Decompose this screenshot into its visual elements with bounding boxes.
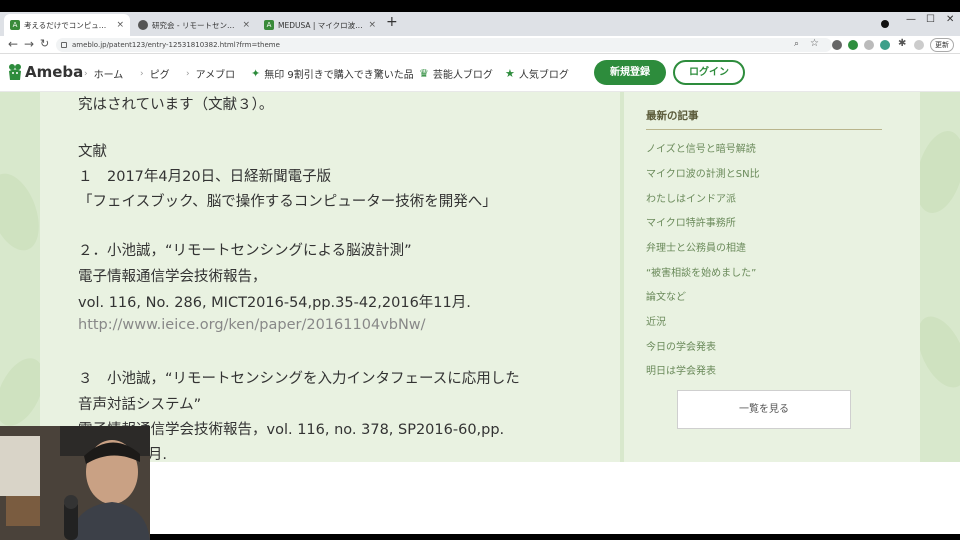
close-icon[interactable]: × bbox=[368, 20, 376, 30]
chevron-right-icon: › bbox=[84, 68, 88, 79]
logo-text: Ameba bbox=[25, 63, 84, 81]
nav-popular-blog[interactable]: ★ 人気ブログ bbox=[505, 66, 569, 81]
bookmark-star-icon[interactable]: ☆ bbox=[810, 38, 819, 49]
minimize-icon[interactable]: — bbox=[906, 14, 916, 25]
address-bar: ← → ↻ ameblo.jp/patent123/entry-12531810… bbox=[0, 36, 960, 54]
screen: A 考えるだけでコンピューターに文字入力 × 研究会 - リモートセンシングによ… bbox=[0, 0, 960, 540]
webcam-overlay bbox=[0, 426, 150, 540]
globe-icon bbox=[138, 20, 148, 30]
tab-title: 研究会 - リモートセンシングによる脳波 bbox=[152, 20, 238, 30]
recent-article-link[interactable]: 弁理士と公務員の相違 bbox=[646, 239, 746, 254]
tab-strip: A 考えるだけでコンピューターに文字入力 × 研究会 - リモートセンシングによ… bbox=[0, 12, 960, 36]
new-tab-button[interactable]: + bbox=[386, 14, 398, 30]
article-line: vol. 116, No. 286, MICT2016-54,pp.35-42,… bbox=[78, 295, 471, 311]
forward-icon[interactable]: → bbox=[24, 37, 34, 51]
nav-label: ホーム bbox=[93, 70, 124, 81]
article-line: 電子情報通信学会技術報告， bbox=[78, 269, 267, 285]
register-button[interactable]: 新規登録 bbox=[594, 60, 666, 85]
article-line: １ 2017年4月20日、日経新聞電子版 bbox=[78, 169, 332, 185]
recent-article-link[interactable]: 近況 bbox=[646, 313, 666, 328]
ameba-favicon-icon: A bbox=[264, 20, 274, 30]
ieice-paper-link[interactable]: http://www.ieice.org/ken/paper/20161104v… bbox=[78, 317, 426, 333]
close-icon[interactable]: × bbox=[116, 20, 124, 30]
nav-label: 芸能人ブログ bbox=[432, 70, 493, 81]
nav-label: ピグ bbox=[149, 70, 170, 81]
article-line: 「フェイスブック、脳で操作するコンピューター技術を開発へ」 bbox=[78, 194, 497, 210]
recent-article-link[interactable]: 明日は学会発表 bbox=[646, 362, 716, 377]
login-button[interactable]: ログイン bbox=[673, 60, 745, 85]
nav-celebrity-blog[interactable]: ♛ 芸能人ブログ bbox=[419, 66, 493, 81]
article-line: ２．小池誠，“リモートセンシングによる脳波計測” bbox=[78, 243, 412, 259]
nav-label: アメブロ bbox=[195, 70, 236, 81]
recent-article-link[interactable]: 今日の学会発表 bbox=[646, 338, 716, 353]
sidebar-heading: 最新の記事 bbox=[646, 110, 699, 122]
sidebar: 最新の記事 ノイズと信号と暗号解読 マイクロ波の計測とSN比 わたしはインドア派… bbox=[624, 92, 920, 462]
maximize-icon[interactable]: ☐ bbox=[926, 14, 935, 25]
tab-title: 考えるだけでコンピューターに文字入力 bbox=[24, 20, 112, 30]
sparkle-icon: ✦ bbox=[251, 67, 261, 80]
see-all-button[interactable]: 一覧を見る bbox=[677, 390, 851, 429]
tab-title: MEDUSA | マイクロ波聴覚効果方 bbox=[278, 20, 364, 30]
article-line: 文献 bbox=[78, 144, 107, 160]
extension-icon[interactable] bbox=[864, 40, 874, 50]
ameba-logo[interactable]: Ameba bbox=[8, 63, 83, 81]
site-header: Ameba › ホーム › ピグ › アメブロ ✦ 無印 9割引きで購入でき驚い… bbox=[0, 54, 960, 92]
recording-icon bbox=[881, 20, 889, 28]
extension-icon[interactable] bbox=[880, 40, 890, 50]
tab-2[interactable]: A MEDUSA | マイクロ波聴覚効果方 × bbox=[258, 14, 382, 36]
url-text: ameblo.jp/patent123/entry-12531810382.ht… bbox=[72, 41, 280, 49]
close-icon[interactable]: × bbox=[242, 20, 250, 30]
crown-icon: ♛ bbox=[419, 67, 429, 80]
reload-icon[interactable]: ↻ bbox=[40, 37, 49, 50]
nav-promo[interactable]: ✦ 無印 9割引きで購入でき驚いた品 bbox=[251, 66, 414, 81]
update-button[interactable]: 更新 bbox=[930, 38, 954, 52]
close-window-icon[interactable]: ✕ bbox=[946, 14, 954, 25]
tab-0[interactable]: A 考えるだけでコンピューターに文字入力 × bbox=[4, 14, 130, 36]
nav-home[interactable]: › ホーム bbox=[84, 66, 124, 82]
url-input[interactable]: ameblo.jp/patent123/entry-12531810382.ht… bbox=[56, 38, 832, 52]
recent-article-link[interactable]: ノイズと信号と暗号解読 bbox=[646, 140, 756, 155]
recent-article-link[interactable]: マイクロ波の計測とSN比 bbox=[646, 165, 760, 180]
puzzle-icon[interactable]: ✱ bbox=[898, 38, 906, 49]
profile-avatar-icon[interactable] bbox=[914, 40, 924, 50]
nav-ameblo[interactable]: › アメブロ bbox=[186, 66, 236, 82]
star-icon: ★ bbox=[505, 67, 515, 80]
page-footer-blank bbox=[150, 462, 960, 534]
nav-label: 人気ブログ bbox=[518, 70, 569, 81]
article-line: 究はされています（文献３）。 bbox=[78, 97, 274, 113]
webcam-person-image bbox=[0, 426, 150, 540]
recent-article-link[interactable]: わたしはインドア派 bbox=[646, 190, 736, 205]
ameba-mascot-icon bbox=[9, 64, 21, 80]
article-line: 音声対話システム” bbox=[78, 397, 202, 413]
recent-article-link[interactable]: マイクロ特許事務所 bbox=[646, 214, 736, 229]
page-background: 究はされています（文献３）。 文献 １ 2017年4月20日、日経新聞電子版 「… bbox=[0, 92, 960, 462]
lock-icon bbox=[61, 42, 67, 48]
recent-article-link[interactable]: 論文など bbox=[646, 288, 686, 303]
tab-1[interactable]: 研究会 - リモートセンシングによる脳波 × bbox=[132, 14, 256, 36]
nav-pigg[interactable]: › ピグ bbox=[140, 66, 170, 82]
extension-icon[interactable] bbox=[832, 40, 842, 50]
ameba-favicon-icon: A bbox=[10, 20, 20, 30]
article-body: 究はされています（文献３）。 文献 １ 2017年4月20日、日経新聞電子版 「… bbox=[40, 92, 620, 462]
chevron-right-icon: › bbox=[186, 68, 190, 79]
sidebar-divider bbox=[646, 129, 882, 130]
article-line: ３ 小池誠，“リモートセンシングを入力インタフェースに応用した bbox=[78, 371, 520, 387]
nav-label: 無印 9割引きで購入でき驚いた品 bbox=[264, 70, 414, 81]
recent-article-link[interactable]: “被害相談を始めました” bbox=[646, 264, 756, 279]
back-icon[interactable]: ← bbox=[8, 37, 18, 51]
chevron-right-icon: › bbox=[140, 68, 144, 79]
extension-icon[interactable] bbox=[848, 40, 858, 50]
zoom-icon[interactable]: ⌕ bbox=[794, 39, 799, 49]
